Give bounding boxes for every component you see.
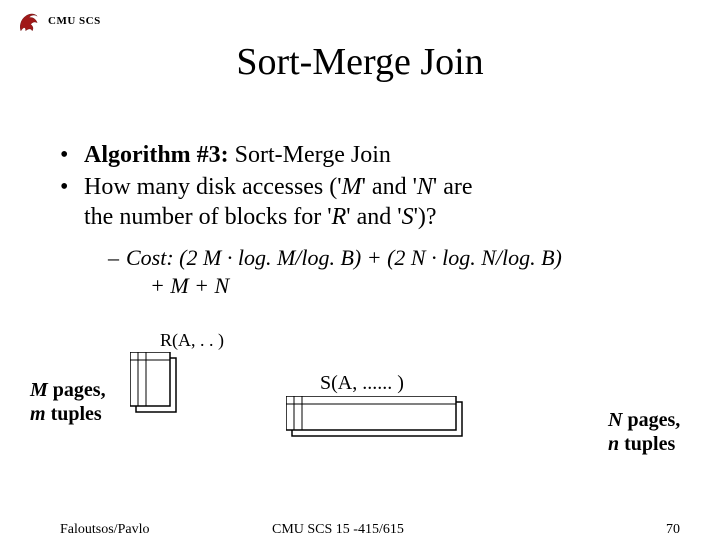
n-txt: pages,: [622, 409, 680, 431]
b2-M: M: [342, 174, 362, 200]
n-pages-label: N pages, n tuples: [608, 408, 680, 456]
bullet-2: • How many disk accesses ('M' and 'N' ar…: [60, 172, 680, 232]
s-table-icon: [286, 396, 476, 444]
dragon-logo-icon: [16, 8, 42, 34]
m-var: M: [30, 379, 48, 401]
b2-seg: ' and ': [346, 204, 401, 230]
header-org: CMU SCS: [48, 15, 101, 27]
b2-S: S: [402, 204, 414, 230]
slide-header: CMU SCS: [16, 8, 101, 34]
b2-seg: the number of blocks for ': [84, 204, 332, 230]
bullet-1: • Algorithm #3: Sort-Merge Join: [60, 140, 680, 170]
m-txt: pages,: [48, 379, 106, 401]
n-var: N: [608, 409, 622, 431]
b2-seg: ' and ': [362, 174, 417, 200]
b2-N: N: [417, 174, 433, 200]
b2-seg: ')?: [414, 204, 437, 230]
dash-icon: –: [108, 244, 126, 272]
cost-line2: + M + N: [150, 272, 680, 300]
s-relation-label: S(A, ...... ): [320, 372, 404, 395]
footer-authors: Faloutsos/Pavlo: [60, 522, 149, 538]
n-var2: n: [608, 433, 619, 455]
cost-line1: Cost: (2 M · log. M/log. B) + (2 N · log…: [126, 244, 562, 272]
footer-course: CMU SCS 15 -415/615: [272, 522, 404, 538]
n-txt2: tuples: [619, 433, 675, 455]
bullet-dot-icon: •: [60, 140, 84, 170]
m-pages-label: M pages, m tuples: [30, 378, 106, 426]
slide-title: Sort-Merge Join: [0, 40, 720, 84]
diagram-area: R(A, . . ) M pages, m tuples S(A, ......…: [0, 330, 720, 500]
r-table-icon: [130, 352, 240, 422]
m-txt2: tuples: [46, 403, 102, 425]
bullet-1-prefix: Algorithm #3:: [84, 142, 229, 168]
m-var2: m: [30, 403, 46, 425]
b2-R: R: [332, 204, 347, 230]
bullet-1-rest: Sort-Merge Join: [229, 142, 391, 168]
bullet-dot-icon: •: [60, 172, 84, 232]
sub-bullet-cost: – Cost: (2 M · log. M/log. B) + (2 N · l…: [108, 244, 680, 272]
b2-seg: How many disk accesses (': [84, 174, 342, 200]
footer-page-number: 70: [666, 522, 680, 538]
b2-seg: ' are: [433, 174, 473, 200]
r-relation-label: R(A, . . ): [160, 330, 224, 351]
slide-content: • Algorithm #3: Sort-Merge Join • How ma…: [60, 140, 680, 299]
